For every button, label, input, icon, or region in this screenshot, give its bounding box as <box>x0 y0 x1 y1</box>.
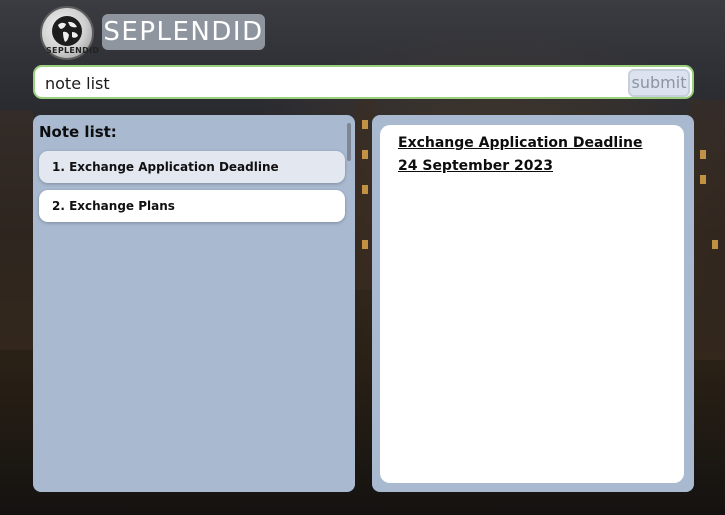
note-list-item[interactable]: 2. Exchange Plans <box>39 190 345 222</box>
globe-icon <box>52 16 82 46</box>
note-list-scrollbar[interactable] <box>347 123 351 161</box>
note-detail-panel: Exchange Application Deadline 24 Septemb… <box>372 115 694 492</box>
note-list-item[interactable]: 1. Exchange Application Deadline <box>39 151 345 183</box>
note-title: Exchange Application Deadline <box>398 135 643 151</box>
search-input[interactable] <box>45 71 625 95</box>
note-list-panel: Note list: 1. Exchange Application Deadl… <box>33 115 355 492</box>
submit-button[interactable]: submit <box>628 69 690 97</box>
search-bar: submit <box>33 65 694 99</box>
logo-text: SEPLENDID <box>46 46 100 55</box>
app-title: SEPLENDID <box>102 14 265 50</box>
note-view: Exchange Application Deadline 24 Septemb… <box>380 125 684 483</box>
note-list-heading: Note list: <box>39 123 117 141</box>
logo: SEPLENDID <box>40 6 100 60</box>
note-date: 24 September 2023 <box>398 158 553 174</box>
